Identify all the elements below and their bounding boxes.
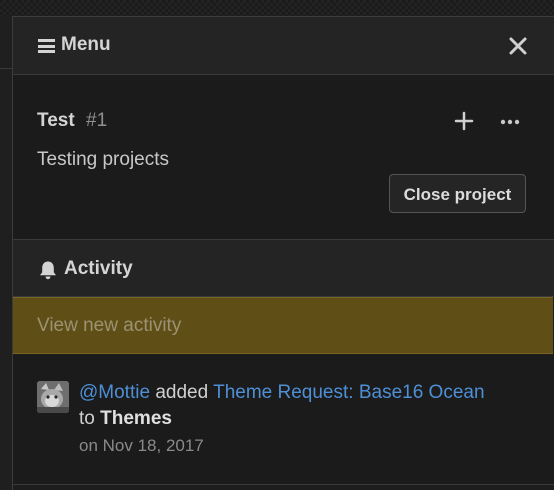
activity-item: @Mottie added Theme Request: Base16 Ocea…	[13, 354, 554, 485]
close-project-button[interactable]: Close project	[389, 174, 526, 213]
activity-column-link[interactable]: Themes	[100, 408, 172, 429]
add-card-button[interactable]	[453, 110, 475, 132]
panel-title: Menu	[61, 34, 111, 55]
plus-icon	[454, 111, 474, 131]
project-number: #1	[86, 110, 108, 131]
avatar[interactable]	[37, 381, 69, 413]
activity-header: Activity	[13, 240, 554, 297]
ellipsis-icon	[500, 119, 520, 125]
close-menu-button[interactable]	[507, 35, 529, 57]
activity-verb: added	[155, 382, 209, 403]
panel-header: Menu	[13, 17, 554, 75]
more-options-button[interactable]	[499, 114, 521, 125]
bell-icon	[37, 259, 59, 281]
activity-date: on Nov 18, 2017	[79, 436, 204, 455]
activity-text: @Mottie added Theme Request: Base16 Ocea…	[79, 380, 539, 432]
activity-user-link[interactable]: @Mottie	[79, 382, 150, 403]
project-menu-panel: Menu Test #1 Testing projects Close proj…	[12, 16, 554, 490]
close-icon	[509, 37, 527, 55]
project-name: Test	[37, 110, 75, 131]
project-info: Test #1 Testing projects Close project	[13, 75, 554, 240]
view-new-activity-button[interactable]: View new activity	[13, 297, 553, 354]
underlying-divider	[0, 68, 12, 69]
activity-card-link[interactable]: Theme Request: Base16 Ocean	[213, 382, 484, 403]
activity-preposition: to	[79, 408, 95, 429]
new-activity-label: View new activity	[37, 315, 182, 336]
activity-title: Activity	[64, 258, 133, 279]
hamburger-icon	[38, 39, 55, 53]
project-description: Testing projects	[37, 149, 170, 170]
